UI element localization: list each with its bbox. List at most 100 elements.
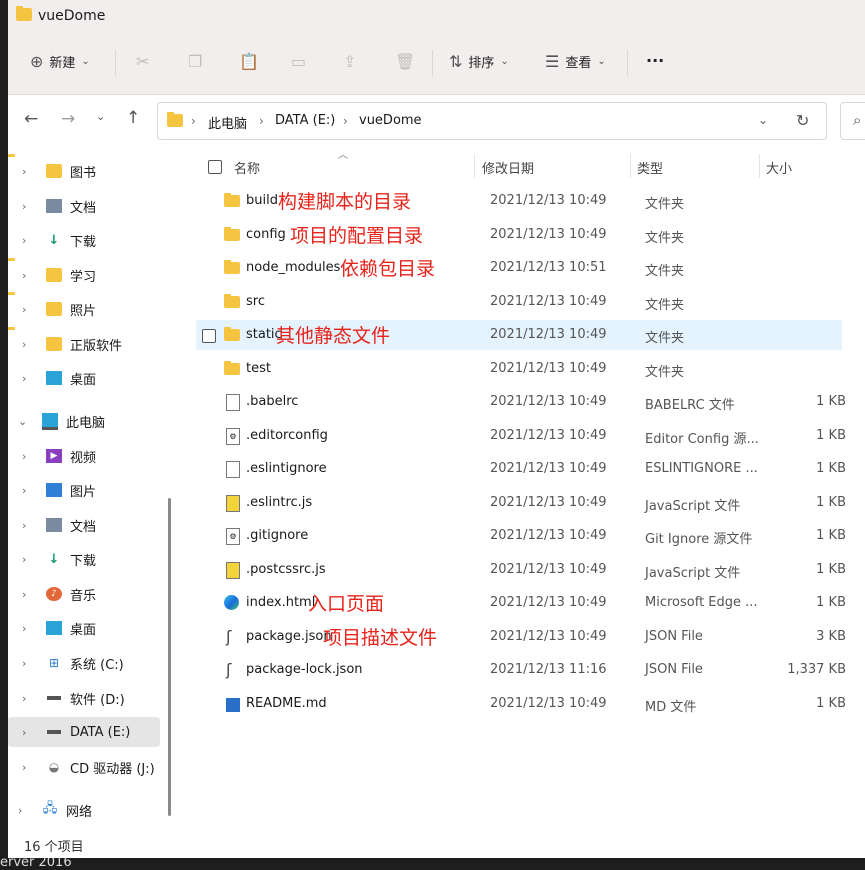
- sidebar-item-this-pc[interactable]: ⌄ 此电脑: [8, 406, 160, 436]
- view-button[interactable]: ☰ 查看 ⌄: [545, 52, 606, 71]
- download-icon: ↓: [48, 551, 60, 567]
- search-box[interactable]: ⌕: [840, 102, 865, 140]
- sidebar-item-desktop[interactable]: › 桌面: [8, 363, 160, 393]
- sidebar-item-drive-d[interactable]: › 软件 (D:): [8, 683, 160, 713]
- sidebar-item-downloads-pc[interactable]: › ↓ 下载: [8, 544, 160, 574]
- file-row[interactable]: ⚙ .editorconfig 2021/12/13 10:49 Editor Con…: [196, 421, 846, 451]
- file-row[interactable]: ʃ package-lock.json 2021/12/13 11:16 JSON F…: [196, 655, 846, 685]
- file-size: 1 KB: [816, 695, 846, 711]
- drive-icon: [46, 691, 62, 705]
- up-button[interactable]: ↑: [126, 110, 140, 127]
- cut-icon[interactable]: ✂: [136, 54, 149, 70]
- chevron-down-icon: ⌄: [500, 55, 509, 67]
- back-button[interactable]: ←: [24, 111, 38, 128]
- sidebar-item-photos[interactable]: › 照片: [8, 294, 160, 324]
- address-bar[interactable]: › 此电脑 › DATA (E:) › vueDome ⌄ ↻: [157, 102, 827, 140]
- file-row[interactable]: ʃ package.json 2021/12/13 10:49 JSON File 3 …: [196, 622, 846, 652]
- row-checkbox[interactable]: [202, 329, 216, 343]
- column-header-name[interactable]: 名称: [234, 158, 260, 177]
- desktop-icon: [46, 371, 62, 385]
- sidebar-item-videos[interactable]: › ▶ 视频: [8, 441, 160, 471]
- toolbar-divider: [115, 50, 116, 76]
- view-list-icon: ☰: [545, 51, 560, 71]
- file-row[interactable]: .eslintignore 2021/12/13 10:49 ESLINTIGNOR…: [196, 454, 846, 484]
- column-header-date[interactable]: 修改日期: [482, 158, 534, 177]
- search-icon: ⌕: [853, 111, 862, 129]
- sidebar-item-cd-drive[interactable]: › ◒ CD 驱动器 (J:): [8, 752, 160, 782]
- file-row[interactable]: .eslintrc.js 2021/12/13 10:49 JavaScript 文…: [196, 488, 846, 518]
- sidebar-item-study[interactable]: › 学习: [8, 260, 160, 290]
- file-date: 2021/12/13 10:49: [490, 628, 607, 644]
- network-icon: 🖧: [42, 801, 58, 816]
- forward-button[interactable]: →: [61, 111, 75, 128]
- drive-icon: [46, 725, 62, 739]
- file-name: package.json: [246, 628, 332, 644]
- file-row[interactable]: src 2021/12/13 10:49 文件夹: [196, 287, 842, 317]
- file-row[interactable]: .babelrc 2021/12/13 10:49 BABELRC 文件 1 KB: [196, 387, 846, 417]
- delete-icon[interactable]: 🗑: [395, 54, 415, 70]
- rename-icon[interactable]: ▭: [291, 54, 306, 70]
- sidebar-item-drive-e[interactable]: › DATA (E:): [8, 717, 160, 747]
- sort-label: 排序: [468, 56, 495, 71]
- sidebar-scrollbar[interactable]: [168, 498, 171, 816]
- breadcrumb-separator-icon: ›: [343, 114, 348, 128]
- sidebar-item-licensed-software[interactable]: › 正版软件: [8, 329, 160, 359]
- recent-locations-button[interactable]: ⌄: [96, 111, 105, 122]
- file-type: 文件夹: [645, 264, 685, 279]
- breadcrumb-data-drive[interactable]: DATA (E:): [275, 113, 335, 128]
- file-name: .gitignore: [246, 528, 309, 543]
- file-row[interactable]: node_modules 2021/12/13 10:51 文件夹: [196, 253, 842, 283]
- address-history-chevron-icon[interactable]: ⌄: [758, 113, 768, 127]
- column-header-type[interactable]: 类型: [637, 158, 663, 177]
- column-divider[interactable]: [630, 154, 631, 178]
- refresh-icon[interactable]: ↻: [796, 111, 809, 130]
- sidebar-item-label: 学习: [70, 269, 97, 285]
- sidebar-item-pictures[interactable]: › 图片: [8, 475, 160, 505]
- sidebar-item-label: 下载: [70, 234, 97, 250]
- breadcrumb-vuedome[interactable]: vueDome: [359, 113, 422, 128]
- sidebar-item-network[interactable]: › 🖧 网络: [8, 795, 160, 825]
- sidebar-item-downloads[interactable]: › ↓ 下载: [8, 225, 160, 255]
- breadcrumb-this-pc[interactable]: 此电脑: [208, 113, 247, 132]
- arrow-left-icon: ←: [24, 109, 39, 129]
- file-row[interactable]: .postcssrc.js 2021/12/13 10:49 JavaScript …: [196, 555, 846, 585]
- folder-icon: [16, 6, 32, 21]
- download-icon: ↓: [48, 232, 60, 248]
- file-name: .postcssrc.js: [246, 561, 326, 577]
- share-icon[interactable]: ⇪: [343, 54, 356, 70]
- sidebar-item-documents[interactable]: › 文档: [8, 191, 160, 221]
- chevron-down-icon: ⌄: [18, 414, 28, 428]
- more-options-button[interactable]: ···: [646, 51, 664, 70]
- file-row[interactable]: index.html 2021/12/13 10:49 Microsoft Edge…: [196, 588, 846, 618]
- sidebar-item-label: 下载: [70, 553, 97, 569]
- paste-icon[interactable]: 📋: [239, 54, 259, 70]
- sidebar-item-documents-pc[interactable]: › 文档: [8, 510, 160, 540]
- file-type: 文件夹: [645, 230, 685, 246]
- copy-icon[interactable]: ❐: [188, 54, 202, 70]
- sidebar-item-music[interactable]: › ♪ 音乐: [8, 579, 160, 609]
- computer-icon: [42, 412, 58, 430]
- column-divider[interactable]: [474, 154, 475, 178]
- column-header-size[interactable]: 大小: [766, 158, 792, 177]
- file-row[interactable]: test 2021/12/13 10:49 文件夹: [196, 354, 842, 384]
- file-size: 3 KB: [816, 628, 846, 644]
- chevron-right-icon: ›: [22, 552, 27, 566]
- new-button[interactable]: ⊕ 新建 ⌄: [30, 52, 90, 71]
- column-divider[interactable]: [759, 154, 760, 178]
- chevron-down-icon: ⌄: [96, 110, 106, 123]
- file-size: 1 KB: [816, 528, 846, 543]
- file-date: 2021/12/13 10:49: [490, 461, 607, 476]
- sidebar-item-drive-c[interactable]: › ⊞ 系统 (C:): [8, 648, 160, 678]
- file-icon: [226, 461, 240, 478]
- file-date: 2021/12/13 10:49: [490, 293, 607, 309]
- chevron-right-icon: ›: [22, 199, 27, 213]
- music-icon: ♪: [46, 587, 62, 601]
- sort-button[interactable]: ⇅ 排序 ⌄: [449, 52, 509, 71]
- sidebar-item-desktop-pc[interactable]: › 桌面: [8, 613, 160, 643]
- file-row[interactable]: README.md 2021/12/13 10:49 MD 文件 1 KB: [196, 689, 846, 719]
- file-type: Editor Config 源...: [645, 431, 759, 447]
- sidebar-item-books[interactable]: › 图书: [8, 156, 160, 186]
- file-name: README.md: [246, 695, 327, 711]
- file-row[interactable]: ⚙ .gitignore 2021/12/13 10:49 Git Ignore 源文…: [196, 521, 846, 551]
- select-all-checkbox[interactable]: [208, 160, 222, 174]
